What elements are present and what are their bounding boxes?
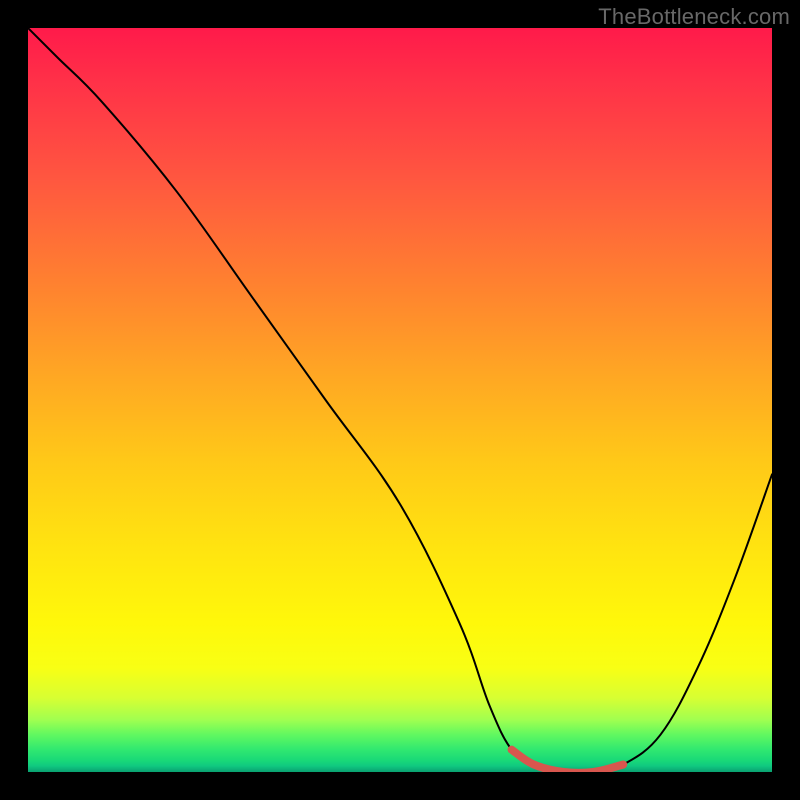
- bottleneck-curve: [28, 28, 772, 772]
- plot-area: [28, 28, 772, 772]
- chart-container: TheBottleneck.com: [0, 0, 800, 800]
- watermark-text: TheBottleneck.com: [598, 4, 790, 30]
- highlight-segment: [512, 750, 624, 772]
- curve-layer: [28, 28, 772, 772]
